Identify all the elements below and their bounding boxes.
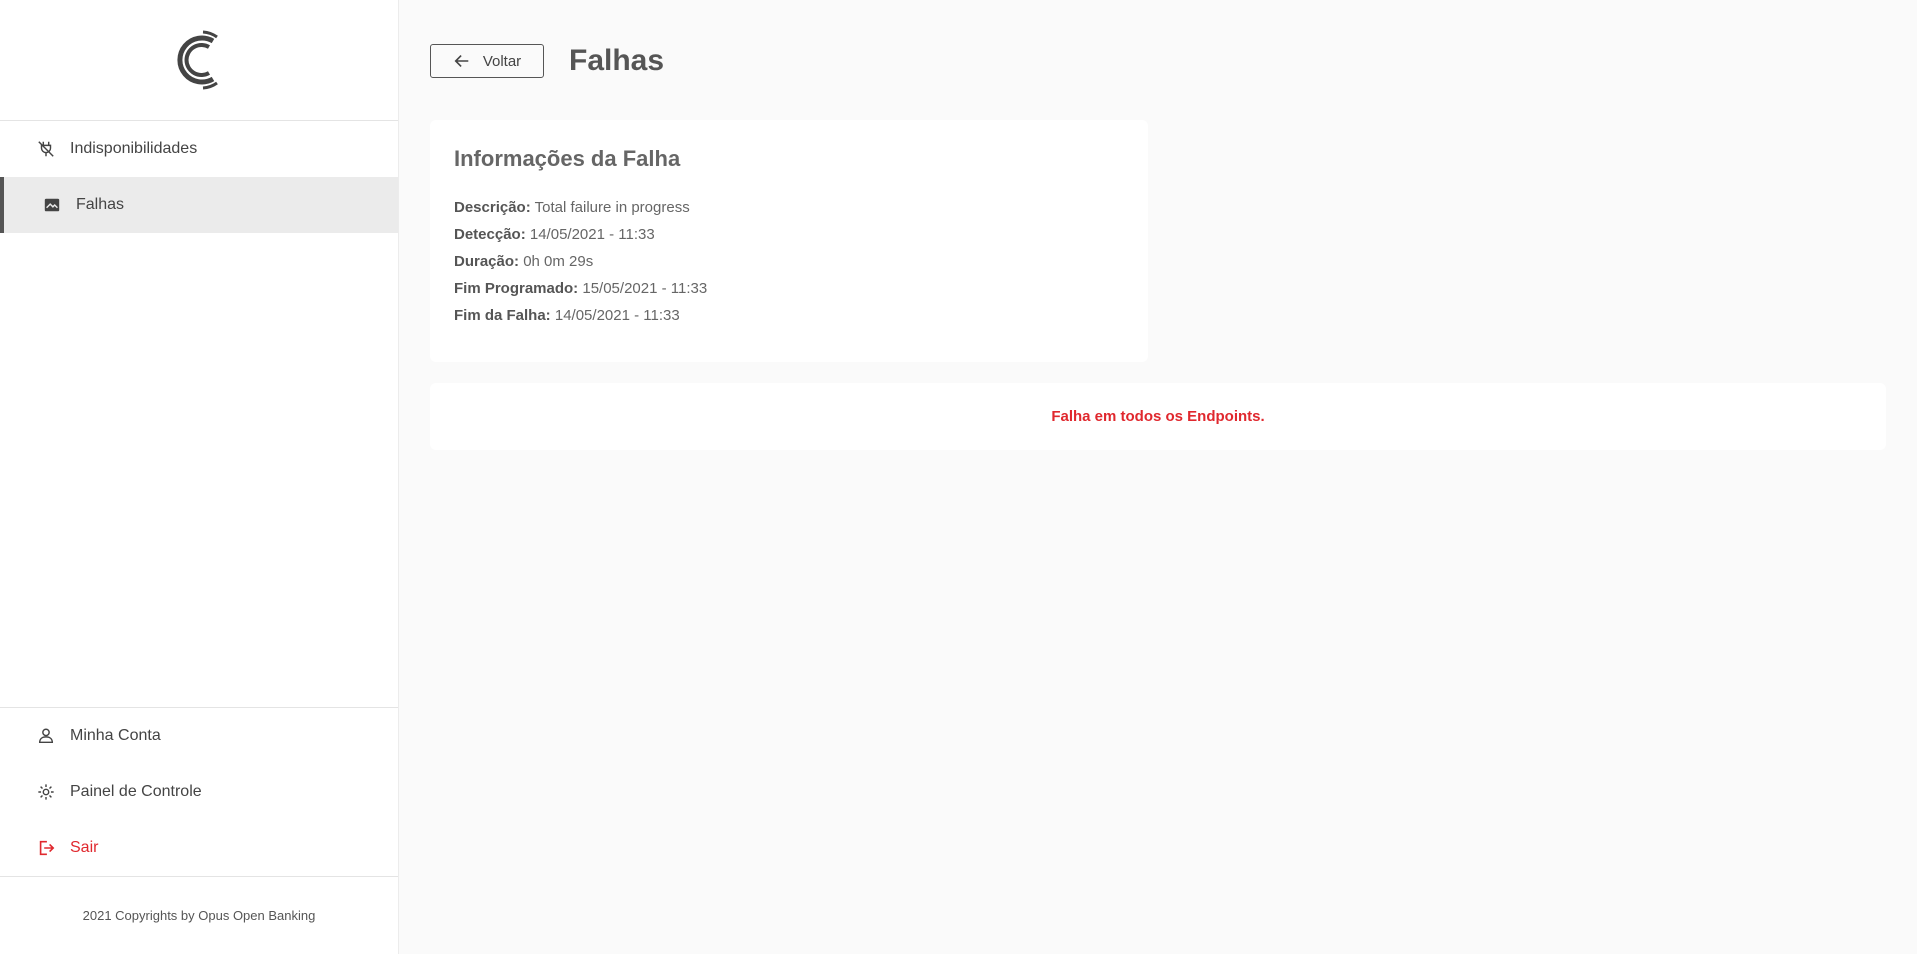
sidebar-item-label: Painel de Controle <box>70 783 202 800</box>
info-label: Duração: <box>454 253 520 270</box>
info-value: Total failure in progress <box>534 199 690 216</box>
sidebar-item-minha-conta[interactable]: Minha Conta <box>0 708 398 764</box>
user-icon <box>36 726 56 746</box>
failure-image-icon <box>42 195 62 215</box>
info-label: Descrição: <box>454 199 531 216</box>
info-value: 15/05/2021 - 11:33 <box>582 280 708 297</box>
info-row-descricao: Descrição: Total failure in progress <box>454 194 1124 221</box>
alert-message: Falha em todos os Endpoints. <box>1051 408 1265 425</box>
failure-info-title: Informações da Falha <box>454 146 681 171</box>
arrow-left-icon <box>454 55 469 67</box>
sidebar-nav-top: Indisponibilidades Falhas <box>0 121 398 233</box>
sidebar-item-falhas[interactable]: Falhas <box>0 177 398 233</box>
endpoints-failure-alert: Falha em todos os Endpoints. <box>430 383 1886 450</box>
app: Indisponibilidades Falhas Minha Conta Pa… <box>0 0 1917 954</box>
page-header: Voltar Falhas <box>430 44 1886 78</box>
sidebar: Indisponibilidades Falhas Minha Conta Pa… <box>0 0 399 954</box>
info-row-deteccao: Detecção: 14/05/2021 - 11:33 <box>454 221 1124 248</box>
sidebar-item-indisponibilidades[interactable]: Indisponibilidades <box>0 121 398 177</box>
sidebar-item-label: Falhas <box>76 196 125 213</box>
page-title: Falhas <box>569 44 665 77</box>
sidebar-nav-bottom: Minha Conta Painel de Controle Sair <box>0 707 398 876</box>
info-row-fim-da-falha: Fim da Falha: 14/05/2021 - 11:33 <box>454 302 1124 329</box>
back-button[interactable]: Voltar <box>430 44 544 78</box>
logout-icon <box>36 838 56 858</box>
info-value: 14/05/2021 - 11:33 <box>554 307 680 324</box>
sidebar-footer: 2021 Copyrights by Opus Open Banking <box>0 876 398 954</box>
gear-icon <box>36 782 56 802</box>
info-label: Detecção: <box>454 226 526 243</box>
sidebar-item-sair[interactable]: Sair <box>0 820 398 876</box>
back-button-label: Voltar <box>482 52 522 70</box>
info-row-duracao: Duração: 0h 0m 29s <box>454 248 1124 275</box>
sidebar-item-label: Indisponibilidades <box>70 140 198 157</box>
info-label: Fim da Falha: <box>454 307 551 324</box>
info-label: Fim Programado: <box>454 280 579 297</box>
logo-area <box>0 0 398 121</box>
sidebar-item-painel-de-controle[interactable]: Painel de Controle <box>0 764 398 820</box>
sidebar-item-label: Sair <box>70 839 99 856</box>
plug-off-icon <box>36 139 56 159</box>
failure-info-card: Informações da Falha Descrição: Total fa… <box>430 120 1148 362</box>
copyright-text: 2021 Copyrights by Opus Open Banking <box>82 908 316 923</box>
info-row-fim-programado: Fim Programado: 15/05/2021 - 11:33 <box>454 275 1124 302</box>
info-value: 0h 0m 29s <box>523 253 594 270</box>
info-value: 14/05/2021 - 11:33 <box>529 226 655 243</box>
sidebar-item-label: Minha Conta <box>70 727 161 744</box>
main-content: Voltar Falhas Informações da Falha Descr… <box>399 0 1917 954</box>
company-logo-icon[interactable] <box>169 27 229 93</box>
